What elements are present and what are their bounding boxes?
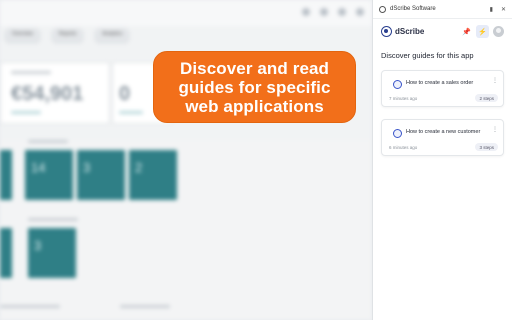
background-tab: Overview bbox=[4, 28, 41, 44]
guide-title[interactable]: How to create a new customer bbox=[406, 129, 480, 135]
background-web-app: Overview Reports Analytics €54,901 0 14 … bbox=[0, 0, 372, 320]
background-tile: 3 bbox=[77, 150, 125, 200]
background-topbar-icons bbox=[302, 8, 364, 16]
promo-callout: Discover and read guides for specific we… bbox=[153, 51, 356, 123]
more-options-icon[interactable]: ⋮ bbox=[492, 77, 498, 84]
brand-logo: dScribe bbox=[381, 26, 457, 37]
background-tab: Reports bbox=[50, 28, 85, 44]
dscribe-logo-icon bbox=[381, 26, 392, 37]
background-tile: 2 bbox=[129, 150, 177, 200]
brand-name: dScribe bbox=[395, 27, 425, 36]
guide-icon bbox=[393, 129, 402, 138]
background-tabs: Overview Reports Analytics bbox=[0, 28, 372, 44]
background-kpi-card: €54,901 bbox=[0, 62, 110, 124]
panel-titlebar: dScribe Software ▮ ✕ bbox=[373, 0, 512, 19]
background-kpi-value: 0 bbox=[119, 83, 131, 105]
pin-panel-icon[interactable]: ▮ bbox=[490, 6, 493, 13]
background-topbar bbox=[0, 0, 372, 26]
background-tab: Analytics bbox=[94, 28, 131, 44]
guide-timestamp: 6 minutes ago bbox=[389, 145, 418, 150]
guide-icon bbox=[393, 80, 402, 89]
background-tile: 3 bbox=[28, 228, 76, 278]
close-icon[interactable]: ✕ bbox=[501, 6, 506, 13]
section-title: Discover guides for this app bbox=[381, 51, 474, 60]
guide-card[interactable]: How to create a new customer ⋮ 6 minutes… bbox=[381, 119, 504, 156]
guide-card[interactable]: How to create a sales order ⋮ 7 minutes … bbox=[381, 70, 504, 107]
dscribe-side-panel: dScribe Software ▮ ✕ dScribe 📌 ⚡ Discove… bbox=[372, 0, 512, 320]
background-tile bbox=[0, 228, 12, 278]
panel-window-title: dScribe Software bbox=[390, 6, 436, 12]
background-kpi-value: €54,901 bbox=[11, 83, 84, 105]
guide-timestamp: 7 minutes ago bbox=[389, 96, 418, 101]
background-dashboard: 14 3 2 3 bbox=[0, 140, 372, 320]
background-tile bbox=[0, 150, 12, 200]
panel-header: dScribe 📌 ⚡ bbox=[373, 19, 512, 44]
promo-callout-text: Discover and read guides for specific we… bbox=[178, 58, 331, 116]
background-tile: 14 bbox=[25, 150, 73, 200]
user-avatar-icon[interactable] bbox=[493, 26, 504, 37]
guide-title[interactable]: How to create a sales order bbox=[406, 80, 473, 86]
guide-steps-badge: 3 steps bbox=[475, 143, 498, 151]
pin-icon[interactable]: 📌 bbox=[460, 25, 473, 38]
more-options-icon[interactable]: ⋮ bbox=[492, 126, 498, 133]
guide-steps-badge: 2 steps bbox=[475, 94, 498, 102]
app-logo-icon bbox=[379, 5, 386, 13]
lightning-icon[interactable]: ⚡ bbox=[476, 25, 489, 38]
